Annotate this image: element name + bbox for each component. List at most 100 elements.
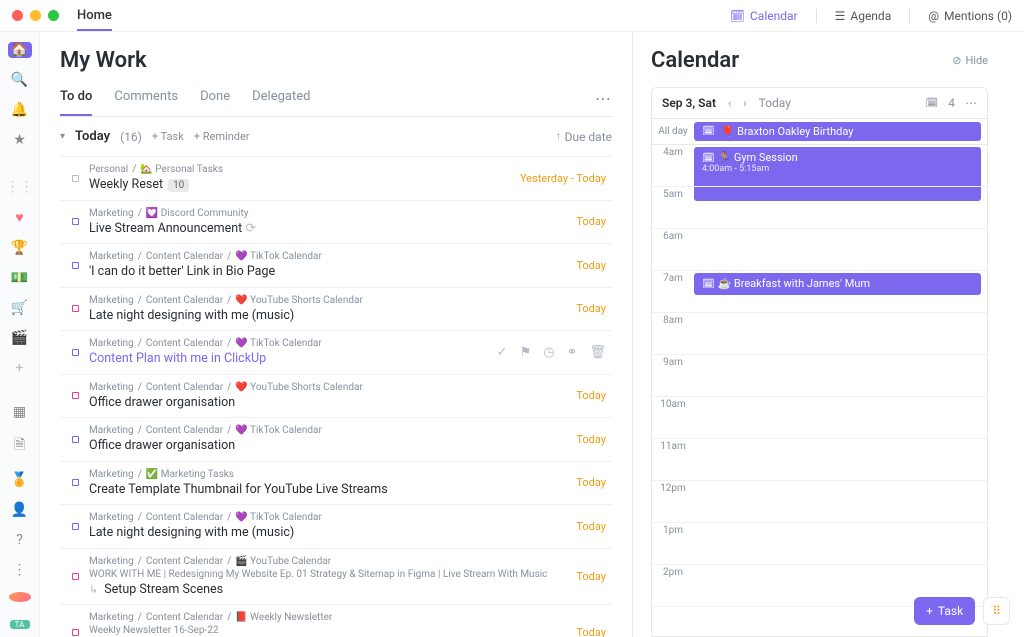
maximize-icon[interactable] <box>48 10 59 21</box>
task-title[interactable]: Office drawer organisation <box>89 437 576 455</box>
breadcrumb-item[interactable]: 💟 Discord Community <box>146 207 249 220</box>
task-title[interactable]: Content Plan with me in ClickUp <box>89 350 497 368</box>
titlebar-calendar-link[interactable]: 🗓 Calendar <box>730 9 798 23</box>
trophy-icon[interactable]: 🏆 <box>8 240 32 256</box>
task-row[interactable]: Marketing/Content Calendar/💜 TikTok Cale… <box>60 417 612 461</box>
clock-icon[interactable]: ◷ <box>543 345 554 360</box>
task-title[interactable]: Create Template Thumbnail for YouTube Li… <box>89 481 576 499</box>
invite-icon[interactable]: 👤 <box>8 502 32 518</box>
task-title[interactable]: Weekly Reset10 <box>89 176 520 194</box>
breadcrumb-item[interactable]: 💜 TikTok Calendar <box>235 337 322 350</box>
status-square[interactable] <box>72 436 79 443</box>
add-icon[interactable]: + <box>8 360 32 376</box>
titlebar-mentions-link[interactable]: @ Mentions (0) <box>928 9 1012 23</box>
hide-calendar-button[interactable]: ⊘ Hide <box>952 54 988 67</box>
breadcrumb-item[interactable]: Personal <box>89 163 128 176</box>
status-square[interactable] <box>72 523 79 530</box>
tab-done[interactable]: Done <box>200 89 230 116</box>
breadcrumb-item[interactable]: Content Calendar <box>146 555 223 568</box>
allday-event[interactable]: 🗓 🎈 Braxton Oakley Birthday <box>694 122 981 141</box>
home-icon[interactable]: 🏠 <box>8 42 32 58</box>
goals-icon[interactable]: 🏅 <box>8 472 32 488</box>
breadcrumb-item[interactable]: Marketing <box>89 381 134 394</box>
tab-delegated[interactable]: Delegated <box>252 89 310 116</box>
status-square[interactable] <box>72 218 79 225</box>
assign-icon[interactable]: ⚭ <box>567 345 578 360</box>
calendar-date[interactable]: Sep 3, Sat <box>662 96 716 110</box>
task-title[interactable]: Office drawer organisation <box>89 394 576 412</box>
status-square[interactable] <box>72 175 79 182</box>
breadcrumb-item[interactable]: Marketing <box>89 207 134 220</box>
task-row[interactable]: Personal/🏡 Personal TasksWeekly Reset10Y… <box>60 156 612 200</box>
breadcrumb-item[interactable]: 💜 TikTok Calendar <box>235 424 322 437</box>
media-icon[interactable]: 🎬 <box>8 330 32 346</box>
breadcrumb-item[interactable]: Content Calendar <box>146 424 223 437</box>
money-icon[interactable]: 💵 <box>8 270 32 286</box>
breadcrumb-item[interactable]: 💜 TikTok Calendar <box>235 511 322 524</box>
apps-icon[interactable]: ⋮⋮ <box>8 179 32 195</box>
status-square[interactable] <box>72 479 79 486</box>
task-due-date[interactable]: Today <box>576 302 606 315</box>
breadcrumb-item[interactable]: Content Calendar <box>146 337 223 350</box>
calendar-more-icon[interactable]: ⋯ <box>965 96 977 110</box>
calendar-small-icon[interactable]: 🗓 <box>926 98 939 109</box>
task-row[interactable]: Marketing/Content Calendar/💜 TikTok Cale… <box>60 330 612 374</box>
minimize-icon[interactable] <box>30 10 41 21</box>
tab-comments[interactable]: Comments <box>114 89 178 116</box>
docs-icon[interactable]: 🗎 <box>8 434 32 458</box>
breadcrumb-item[interactable]: 🎬 YouTube Calendar <box>235 555 331 568</box>
breadcrumb-item[interactable]: Content Calendar <box>146 294 223 307</box>
next-day-icon[interactable]: › <box>743 97 746 110</box>
task-due-date[interactable]: Today <box>576 626 606 637</box>
add-reminder-button[interactable]: + Reminder <box>194 130 250 143</box>
status-square[interactable] <box>72 305 79 312</box>
today-button[interactable]: Today <box>759 96 791 110</box>
caret-icon[interactable]: ▾ <box>60 131 65 142</box>
help-icon[interactable]: ? <box>8 532 32 548</box>
task-title[interactable]: Late night designing with me (music) <box>89 307 576 325</box>
new-task-button[interactable]: + Task <box>914 597 975 625</box>
close-icon[interactable] <box>12 10 23 21</box>
breadcrumb-item[interactable]: Marketing <box>89 468 134 481</box>
breadcrumb-item[interactable]: ❤️ YouTube Shorts Calendar <box>235 294 363 307</box>
breadcrumb-item[interactable]: Marketing <box>89 250 134 263</box>
status-square[interactable] <box>72 573 79 580</box>
titlebar-home[interactable]: Home <box>77 8 112 31</box>
more-icon[interactable]: ⋮ <box>8 562 32 578</box>
task-row[interactable]: Marketing/Content Calendar/📕 Weekly News… <box>60 604 612 637</box>
tabs-more-icon[interactable]: ⋯ <box>595 89 612 116</box>
cart-icon[interactable]: 🛒 <box>8 300 32 316</box>
favorites-icon[interactable]: ★ <box>8 132 32 148</box>
task-due-date[interactable]: Today <box>576 520 606 533</box>
status-square[interactable] <box>72 392 79 399</box>
status-square[interactable] <box>72 629 79 636</box>
breadcrumb-item[interactable]: 🏡 Personal Tasks <box>140 163 223 176</box>
breadcrumb-item[interactable]: Marketing <box>89 511 134 524</box>
breadcrumb-item[interactable]: 💜 TikTok Calendar <box>235 250 322 263</box>
task-due-date[interactable]: Yesterday - Today <box>520 172 606 185</box>
task-title[interactable]: Late night designing with me (music) <box>89 524 576 542</box>
due-date-header[interactable]: ↑Due date <box>556 130 612 144</box>
breadcrumb-item[interactable]: ✅ Marketing Tasks <box>146 468 234 481</box>
status-square[interactable] <box>72 349 79 356</box>
task-row[interactable]: Marketing/💟 Discord CommunityLive Stream… <box>60 200 612 244</box>
heart-icon[interactable]: ♥ <box>8 209 32 226</box>
notifications-icon[interactable]: 🔔 <box>8 102 32 118</box>
task-row[interactable]: Marketing/Content Calendar/🎬 YouTube Cal… <box>60 548 612 605</box>
task-due-date[interactable]: Today <box>576 259 606 272</box>
user-avatar[interactable] <box>9 592 31 602</box>
task-row[interactable]: Marketing/Content Calendar/💜 TikTok Cale… <box>60 504 612 548</box>
breadcrumb-item[interactable]: Content Calendar <box>146 611 223 624</box>
dashboard-icon[interactable]: ▦ <box>8 404 32 420</box>
search-icon[interactable]: 🔍 <box>8 72 32 88</box>
breadcrumb-item[interactable]: Marketing <box>89 424 134 437</box>
breadcrumb-item[interactable]: Marketing <box>89 555 134 568</box>
task-row[interactable]: Marketing/Content Calendar/❤️ YouTube Sh… <box>60 287 612 331</box>
status-square[interactable] <box>72 262 79 269</box>
task-due-date[interactable]: Today <box>576 476 606 489</box>
task-title[interactable]: 'I can do it better' Link in Bio Page <box>89 263 576 281</box>
check-icon[interactable]: ✓ <box>497 345 508 360</box>
trash-icon[interactable]: 🗑 <box>589 345 606 360</box>
apps-grid-button[interactable]: ⠿ <box>983 597 1010 625</box>
task-due-date[interactable]: Today <box>576 570 606 583</box>
